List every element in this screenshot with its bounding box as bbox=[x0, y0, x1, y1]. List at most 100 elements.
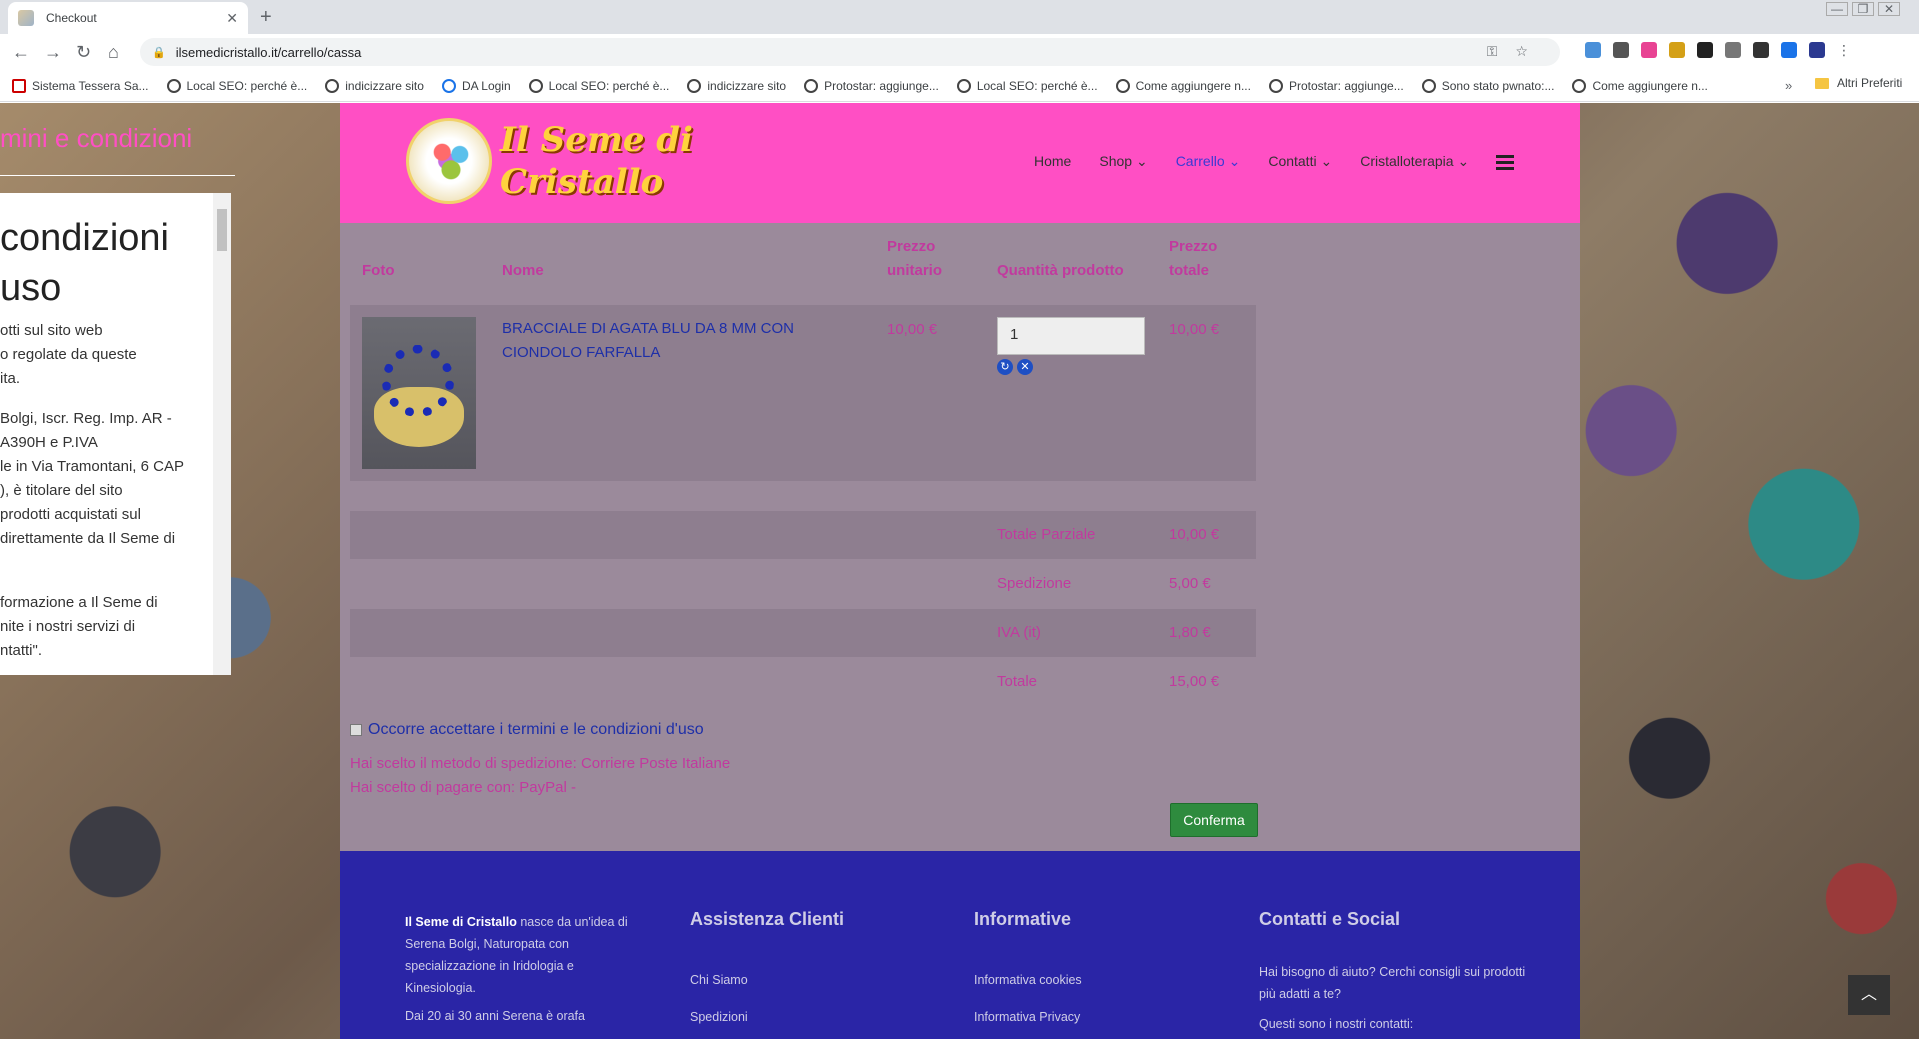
other-bookmarks-folder[interactable]: Altri Preferiti bbox=[1815, 76, 1902, 90]
terms-panel[interactable]: condizioni uso otti sul sito web o regol… bbox=[0, 193, 231, 675]
restore-icon[interactable]: ❐ bbox=[1852, 2, 1874, 16]
site-container: Il Seme di Cristallo Home Shop ⌄ Carrell… bbox=[340, 103, 1580, 1039]
bookmark-item[interactable]: Sono stato pwnato:... bbox=[1421, 78, 1554, 93]
bookmark-icon bbox=[687, 78, 702, 93]
quantity-actions: ↻ ✕ bbox=[997, 359, 1033, 375]
tab-close-icon[interactable]: ✕ bbox=[226, 10, 238, 27]
chrome-menu-icon[interactable]: ⋮ bbox=[1837, 42, 1853, 58]
unit-price: 10,00 € bbox=[887, 321, 938, 338]
terms-text-line: ), è titolare del sito bbox=[0, 482, 123, 499]
extension-icon[interactable] bbox=[1697, 42, 1713, 58]
bookmark-icon bbox=[1421, 78, 1436, 93]
extension-icon[interactable] bbox=[1781, 42, 1797, 58]
browser-toolbar: ← → ↻ ⌂ 🔒 ilsemedicristallo.it/carrello/… bbox=[0, 34, 1919, 70]
menu-item-carrello[interactable]: Carrello ⌄ bbox=[1176, 153, 1241, 170]
menu-item-shop[interactable]: Shop ⌄ bbox=[1099, 153, 1147, 170]
hamburger-menu-icon[interactable] bbox=[1496, 155, 1514, 173]
accept-terms-checkbox[interactable] bbox=[350, 724, 362, 736]
terms-text-line: formazione a Il Seme di bbox=[0, 594, 158, 611]
remove-icon[interactable]: ✕ bbox=[1017, 359, 1033, 375]
scroll-to-top-button[interactable]: ︿ bbox=[1848, 975, 1890, 1015]
bookmarks-overflow-icon[interactable]: » bbox=[1785, 78, 1792, 93]
bookmark-item[interactable]: Come aggiungere n... bbox=[1115, 78, 1251, 93]
address-bar[interactable]: 🔒 ilsemedicristallo.it/carrello/cassa ⚿☆ bbox=[140, 38, 1560, 66]
bookmark-icon bbox=[1115, 78, 1130, 93]
footer-link-cookies[interactable]: Informativa cookies bbox=[974, 973, 1082, 987]
product-image[interactable] bbox=[362, 317, 476, 469]
chevron-down-icon: ⌄ bbox=[1135, 153, 1148, 169]
bookmark-item[interactable]: Local SEO: perché è... bbox=[528, 78, 669, 93]
bookmark-icon bbox=[325, 78, 340, 93]
payment-method-text: Hai scelto di pagare con: PayPal - bbox=[350, 779, 576, 796]
extension-icon[interactable] bbox=[1641, 42, 1657, 58]
terms-text-line: ntatti". bbox=[0, 642, 43, 659]
footer-heading-contatti: Contatti e Social bbox=[1259, 909, 1401, 929]
shipping-label: Spedizione bbox=[997, 575, 1072, 592]
shipping-method-text: Hai scelto il metodo di spedizione: Corr… bbox=[350, 755, 731, 772]
forward-icon[interactable]: → bbox=[44, 42, 62, 63]
site-header: Il Seme di Cristallo Home Shop ⌄ Carrell… bbox=[340, 103, 1580, 223]
site-footer: Il Seme di Cristallo nasce da un'idea di… bbox=[340, 851, 1580, 1039]
home-icon[interactable]: ⌂ bbox=[108, 42, 119, 63]
extension-icon[interactable] bbox=[1613, 42, 1629, 58]
footer-link-chi-siamo[interactable]: Chi Siamo bbox=[690, 973, 748, 987]
terms-text-line: o regolate da queste bbox=[0, 346, 137, 363]
terms-divider bbox=[0, 175, 235, 176]
extension-icon[interactable] bbox=[1753, 42, 1769, 58]
footer-about: Il Seme di Cristallo nasce da un'idea di… bbox=[405, 915, 628, 1023]
bookmark-item[interactable]: Come aggiungere n... bbox=[1572, 78, 1708, 93]
terms-text-line: le in Via Tramontani, 6 CAP bbox=[0, 458, 184, 475]
footer-link-spedizioni[interactable]: Spedizioni bbox=[690, 1010, 748, 1024]
minimize-icon[interactable]: — bbox=[1826, 2, 1848, 16]
bookmark-item[interactable]: DA Login bbox=[441, 78, 511, 93]
back-icon[interactable]: ← bbox=[12, 42, 30, 63]
extension-cloud-icon[interactable] bbox=[1585, 42, 1601, 58]
subtotal-label: Totale Parziale bbox=[997, 526, 1096, 543]
bookmark-item[interactable]: Protostar: aggiunge... bbox=[1268, 78, 1404, 93]
extension-icon[interactable] bbox=[1809, 42, 1825, 58]
folder-icon bbox=[1815, 77, 1829, 89]
bookmark-item[interactable]: Protostar: aggiunge... bbox=[804, 78, 939, 93]
refresh-icon[interactable]: ↻ bbox=[997, 359, 1013, 375]
bookmark-icon bbox=[956, 78, 971, 93]
logo-emblem[interactable] bbox=[406, 118, 492, 204]
scrollbar-thumb[interactable] bbox=[217, 209, 227, 251]
browser-tab-checkout[interactable]: Checkout ✕ bbox=[8, 2, 248, 34]
bookmark-item[interactable]: indicizzare sito bbox=[687, 78, 786, 93]
terms-scrollbar[interactable] bbox=[213, 193, 231, 675]
menu-item-cristalloterapia[interactable]: Cristalloterapia ⌄ bbox=[1360, 153, 1469, 170]
new-tab-icon[interactable]: + bbox=[260, 6, 272, 29]
extension-icon[interactable] bbox=[1725, 42, 1741, 58]
col-header-quantita: Quantità prodotto bbox=[997, 262, 1124, 279]
bookmark-item[interactable]: Local SEO: perché è... bbox=[166, 78, 307, 93]
total-value: 15,00 € bbox=[1169, 673, 1220, 690]
bookmark-icon bbox=[1268, 78, 1283, 93]
product-name-link[interactable]: BRACCIALE DI AGATA BLU DA 8 MM CON CIOND… bbox=[502, 317, 822, 365]
key-star-icons[interactable]: ⚿☆ bbox=[1487, 43, 1546, 60]
bookmark-icon bbox=[441, 78, 456, 93]
lock-icon[interactable]: 🔒 bbox=[152, 46, 166, 59]
footer-link-privacy[interactable]: Informativa Privacy bbox=[974, 1010, 1080, 1024]
vat-label: IVA (it) bbox=[997, 624, 1041, 641]
terms-text-line: prodotti acquistati sul bbox=[0, 506, 141, 523]
bookmark-item[interactable]: Local SEO: perché è... bbox=[956, 78, 1098, 93]
main-menu: Home Shop ⌄ Carrello ⌄ Contatti ⌄ Crista… bbox=[1034, 153, 1497, 170]
shipping-value: 5,00 € bbox=[1169, 575, 1211, 592]
window-close-icon[interactable]: ✕ bbox=[1878, 2, 1900, 16]
bookmark-item[interactable]: indicizzare sito bbox=[325, 78, 424, 93]
tab-title: Checkout bbox=[46, 11, 97, 25]
logo-text[interactable]: Il Seme di Cristallo bbox=[500, 119, 693, 203]
url-text: ilsemedicristallo.it/carrello/cassa bbox=[175, 44, 362, 60]
bracelet-graphic bbox=[382, 345, 454, 417]
menu-item-contatti[interactable]: Contatti ⌄ bbox=[1268, 153, 1332, 170]
footer-heading-informative: Informative bbox=[974, 909, 1072, 929]
menu-item-home[interactable]: Home bbox=[1034, 153, 1071, 170]
extension-icon[interactable] bbox=[1669, 42, 1685, 58]
bookmark-item[interactable]: Sistema Tessera Sa... bbox=[12, 78, 149, 93]
accept-terms-link[interactable]: Occorre accettare i termini e le condizi… bbox=[368, 721, 704, 739]
reload-icon[interactable]: ↻ bbox=[76, 42, 91, 63]
quantity-input[interactable]: 1 bbox=[997, 317, 1145, 355]
terms-text-line: otti sul sito web bbox=[0, 322, 103, 339]
footer-heading-assistenza: Assistenza Clienti bbox=[690, 909, 845, 929]
confirm-button[interactable]: Conferma bbox=[1170, 803, 1258, 837]
